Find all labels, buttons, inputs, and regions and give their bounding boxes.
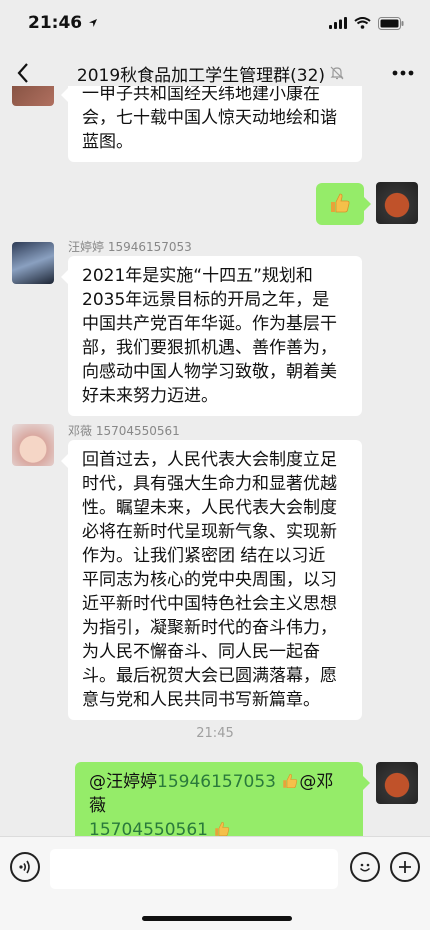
status-bar: 21:46 xyxy=(0,0,430,46)
message-line: 性。瞩望未来，人民代表大会制度 xyxy=(82,498,337,518)
message-bubble-self[interactable]: @汪婷婷15946157053 @邓薇 15704550561 xyxy=(75,762,370,836)
thumbs-up-icon xyxy=(331,193,350,213)
thumbs-up-icon xyxy=(283,773,298,789)
message-line: 15704550561 xyxy=(89,818,349,836)
add-icon xyxy=(399,861,411,873)
avatar-self[interactable] xyxy=(376,182,418,224)
message-line: 中国共产党百年华诞。作为基层干 xyxy=(82,314,337,334)
message-bubble[interactable]: 2021年是实施“十四五”规划和 2035年远景目标的开局之年，是 中国共产党百… xyxy=(61,256,362,416)
message-line: 向感动中国人物学习致敬，朝着美 xyxy=(82,362,337,382)
sender-name: 邓薇 15704550561 xyxy=(68,424,180,438)
voice-button[interactable] xyxy=(10,852,40,882)
status-icons xyxy=(329,16,404,30)
message-line: 蓝图。 xyxy=(82,132,133,152)
message-line: 好未来努力迈进。 xyxy=(82,386,218,406)
message-line: 回首过去，人民代表大会制度立足 xyxy=(82,450,337,470)
more-icon[interactable] xyxy=(392,70,414,76)
add-button[interactable] xyxy=(390,852,420,882)
emoji-button[interactable] xyxy=(350,852,380,882)
message-line: 为人民不懈奋斗、同人民一起奋 xyxy=(82,642,320,662)
message-line: 会，七十载中国人惊天动地绘和谐 xyxy=(82,108,337,128)
status-time-text: 21:46 xyxy=(28,13,83,33)
avatar-self[interactable] xyxy=(376,762,418,804)
message-line: 必将在新时代呈现新气象、实现新 xyxy=(82,522,337,542)
home-indicator xyxy=(142,916,292,921)
signal-icon xyxy=(329,17,347,29)
message-timestamp: 21:45 xyxy=(196,726,234,741)
message-line: 斗。最后祝贺大会已圆满落幕，愿 xyxy=(82,666,337,686)
back-icon[interactable] xyxy=(16,62,30,84)
avatar[interactable] xyxy=(12,86,54,106)
message-line: 为指引，凝聚新时代的奋斗伟力， xyxy=(82,618,337,638)
voice-icon xyxy=(19,860,30,874)
mention-name[interactable]: @汪婷婷 xyxy=(89,772,157,792)
emoji-icon xyxy=(359,863,371,872)
thumbs-up-icon xyxy=(215,821,230,836)
avatar[interactable] xyxy=(12,424,54,466)
message-line: @汪婷婷15946157053 @邓薇 xyxy=(89,770,349,818)
message-line: 近平新时代中国特色社会主义思想 xyxy=(82,594,337,614)
status-time: 21:46 xyxy=(28,13,98,33)
mute-bell-icon xyxy=(330,66,344,80)
message-line: 2035年远景目标的开局之年，是 xyxy=(82,290,330,310)
message-input[interactable] xyxy=(50,849,338,889)
message-line: 一甲子共和国经天纬地建小康在 xyxy=(82,86,320,104)
message-bubble[interactable]: 一甲子共和国经天纬地建小康在 会，七十载中国人惊天动地绘和谐 蓝图。 xyxy=(61,86,362,162)
location-arrow-icon xyxy=(89,19,98,27)
message-bubble[interactable]: 回首过去，人民代表大会制度立足 时代，具有强大生命力和显著优越 性。瞩望未来，人… xyxy=(61,440,362,720)
message-line: 作为。让我们紧密团 结在以习近 xyxy=(82,546,326,566)
mention-phone[interactable]: 15704550561 xyxy=(89,820,208,836)
message-line: 平同志为核心的党中央周围，以习 xyxy=(82,570,337,590)
chat-messages[interactable]: 一甲子共和国经天纬地建小康在 会，七十载中国人惊天动地绘和谐 蓝图。 汪婷婷 1… xyxy=(0,86,430,836)
battery-icon xyxy=(378,16,404,30)
chat-title: 2019秋食品加工学生管理群(32) xyxy=(77,61,345,86)
mention-phone[interactable]: 15946157053 xyxy=(157,772,276,792)
sender-name: 汪婷婷 15946157053 xyxy=(68,240,192,254)
message-line: 2021年是实施“十四五”规划和 xyxy=(82,266,313,286)
chat-title-text: 2019秋食品加工学生管理群(32) xyxy=(76,65,326,86)
message-line: 意与党和人民共同书写新篇章。 xyxy=(82,690,320,710)
message-line: 时代，具有强大生命力和显著优越 xyxy=(82,474,337,494)
avatar[interactable] xyxy=(12,242,54,284)
message-bubble-self[interactable] xyxy=(316,183,371,225)
message-line: 部，我们要狠抓机遇、善作善为， xyxy=(82,338,337,358)
wifi-icon xyxy=(354,17,371,29)
